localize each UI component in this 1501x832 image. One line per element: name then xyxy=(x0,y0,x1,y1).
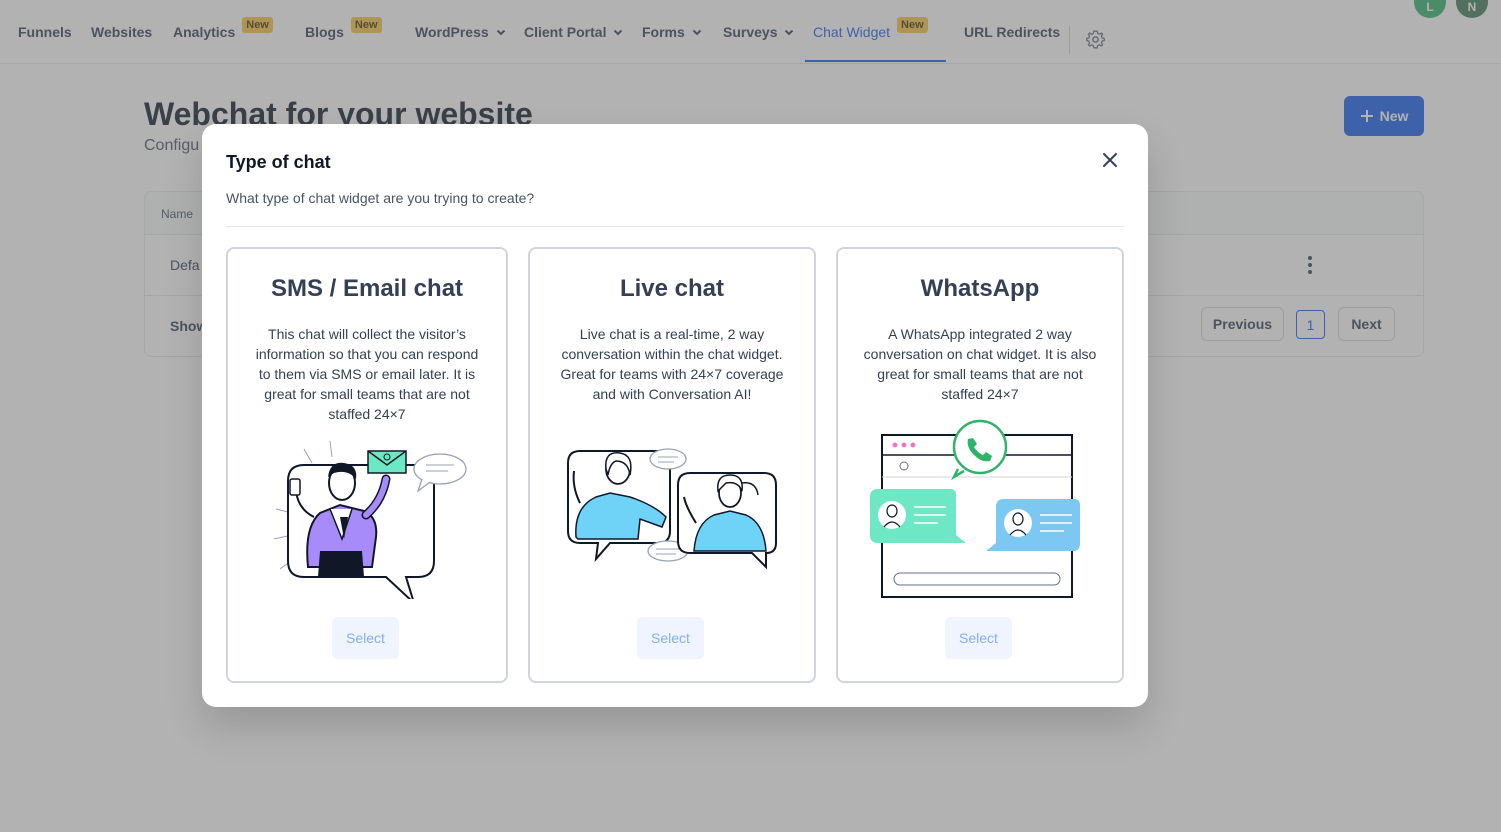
option-title: WhatsApp xyxy=(920,275,1040,302)
sms-email-chat-card[interactable]: SMS / Email chat This chat will collect … xyxy=(226,247,508,683)
select-button[interactable]: Select xyxy=(332,617,399,659)
live-chat-illustration xyxy=(567,448,777,570)
live-chat-card[interactable]: Live chat Live chat is a real-time, 2 wa… xyxy=(528,247,816,683)
whatsapp-card[interactable]: WhatsApp A WhatsApp integrated 2 way con… xyxy=(836,247,1124,683)
modal-title: Type of chat xyxy=(226,152,331,172)
sms-email-illustration xyxy=(273,440,467,599)
modal-divider xyxy=(226,226,1124,227)
close-icon[interactable] xyxy=(1102,152,1118,168)
option-description: A WhatsApp integrated 2 way conversation… xyxy=(863,326,1097,402)
select-button[interactable]: Select xyxy=(637,617,704,659)
select-button[interactable]: Select xyxy=(945,617,1012,659)
option-title: Live chat xyxy=(619,275,725,302)
type-of-chat-modal: Type of chat What type of chat widget ar… xyxy=(202,124,1148,707)
option-description: This chat will collect the visitor’s inf… xyxy=(255,326,479,422)
whatsapp-illustration xyxy=(870,419,1080,598)
modal-subtitle: What type of chat widget are you trying … xyxy=(226,190,535,206)
option-description: Live chat is a real-time, 2 way conversa… xyxy=(560,326,784,402)
option-title: SMS / Email chat xyxy=(270,275,464,302)
